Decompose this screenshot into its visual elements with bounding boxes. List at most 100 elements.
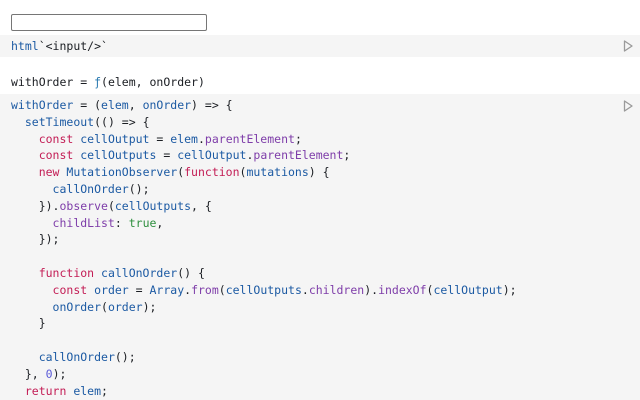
code-token: = ( <box>73 98 102 112</box>
code-line: }, 0); <box>11 366 517 383</box>
code-token: indexOf <box>378 282 427 297</box>
code-token: ) => { <box>191 98 233 112</box>
run-cell-1-button[interactable] <box>623 40 633 52</box>
output-name: withOrder <box>11 75 74 89</box>
code-token: children <box>308 282 365 297</box>
code-token: ( <box>101 299 108 314</box>
code-token: = <box>128 282 150 297</box>
code-token: . <box>301 282 309 297</box>
code-token: cellOutputs <box>80 148 157 163</box>
code-token: order <box>107 299 143 314</box>
code-token: 0 <box>45 366 53 381</box>
code-token: new <box>38 165 67 180</box>
code-token: ; <box>101 383 108 398</box>
code-token: = <box>149 131 171 146</box>
code-token: ). <box>364 282 379 297</box>
code-line: }); <box>11 231 517 248</box>
template-literal: `<input/>` <box>38 39 108 53</box>
code-line: new MutationObserver(function(mutations)… <box>11 164 517 181</box>
code-token: const <box>38 148 81 163</box>
code-token: callOnOrder <box>52 181 129 196</box>
output-signature: (elem, onOrder) <box>101 75 205 89</box>
code-token: ) { <box>308 165 330 180</box>
code-token: observe <box>59 198 108 213</box>
code-token: , <box>128 98 143 112</box>
run-cell-2-button[interactable] <box>623 100 633 112</box>
code-token: ( <box>218 282 226 297</box>
code-token: }); <box>11 232 60 247</box>
code-cell-1-source[interactable]: html`<input/>` <box>11 38 108 55</box>
code-token: (() => { <box>94 114 150 129</box>
code-token: const <box>38 131 81 146</box>
code-token: const <box>52 282 95 297</box>
code-token: MutationObserver <box>66 165 178 180</box>
code-token: function <box>184 165 240 180</box>
code-line: setTimeout(() => { <box>11 114 517 131</box>
code-cell-1[interactable]: html`<input/>` <box>0 35 640 57</box>
text-input-wrapper <box>11 14 207 31</box>
output-eq: = <box>73 75 95 89</box>
code-token: } <box>11 316 46 331</box>
code-token: childList <box>52 215 115 230</box>
function-symbol: ƒ <box>94 75 102 89</box>
code-token: true <box>128 215 157 230</box>
code-token: ); <box>52 366 67 381</box>
code-token: Array <box>149 282 185 297</box>
code-token: (); <box>128 181 150 196</box>
code-token: from <box>191 282 219 297</box>
code-line <box>11 332 517 349</box>
code-token: function <box>38 265 102 280</box>
code-token: () { <box>177 265 205 280</box>
code-token: cellOutput <box>80 131 150 146</box>
code-token: ); <box>142 299 157 314</box>
code-token: callOnOrder <box>101 265 178 280</box>
code-line: } <box>11 315 517 332</box>
code-token: ; <box>343 148 351 163</box>
play-icon <box>623 40 633 52</box>
code-token: ; <box>294 131 302 146</box>
code-token: elem <box>101 98 129 112</box>
tag-name: html <box>11 39 39 53</box>
code-line: callOnOrder(); <box>11 349 517 366</box>
code-token: withOrder <box>11 98 74 112</box>
code-token: order <box>94 282 129 297</box>
code-cell-2-source[interactable]: withOrder = (elem, onOrder) => { setTime… <box>11 97 517 399</box>
code-token: }). <box>11 198 60 213</box>
code-line: childList: true, <box>11 215 517 232</box>
code-token: parentElement <box>204 131 295 146</box>
code-token: elem <box>73 383 102 398</box>
text-input[interactable] <box>11 14 207 31</box>
code-token: : <box>114 215 129 230</box>
code-line: const cellOutputs = cellOutput.parentEle… <box>11 147 517 164</box>
code-token: setTimeout <box>24 114 95 129</box>
code-token: , { <box>191 198 212 213</box>
code-line: }).observe(cellOutputs, { <box>11 198 517 215</box>
code-token: elem <box>170 131 198 146</box>
code-line: function callOnOrder() { <box>11 265 517 282</box>
code-line: return elem; <box>11 383 517 400</box>
code-token: callOnOrder <box>38 349 115 364</box>
code-token: parentElement <box>253 148 344 163</box>
code-token: , <box>156 215 164 230</box>
code-token: cellOutput <box>433 282 503 297</box>
code-line: onOrder(order); <box>11 299 517 316</box>
code-token: cellOutputs <box>114 198 192 213</box>
code-line: const cellOutput = elem.parentElement; <box>11 131 517 148</box>
code-token: mutations <box>246 165 309 180</box>
code-line: const order = Array.from(cellOutputs.chi… <box>11 282 517 299</box>
code-token: = <box>156 148 178 163</box>
code-cell-2[interactable]: withOrder = (elem, onOrder) => { setTime… <box>0 94 640 400</box>
code-token: cellOutputs <box>225 282 302 297</box>
